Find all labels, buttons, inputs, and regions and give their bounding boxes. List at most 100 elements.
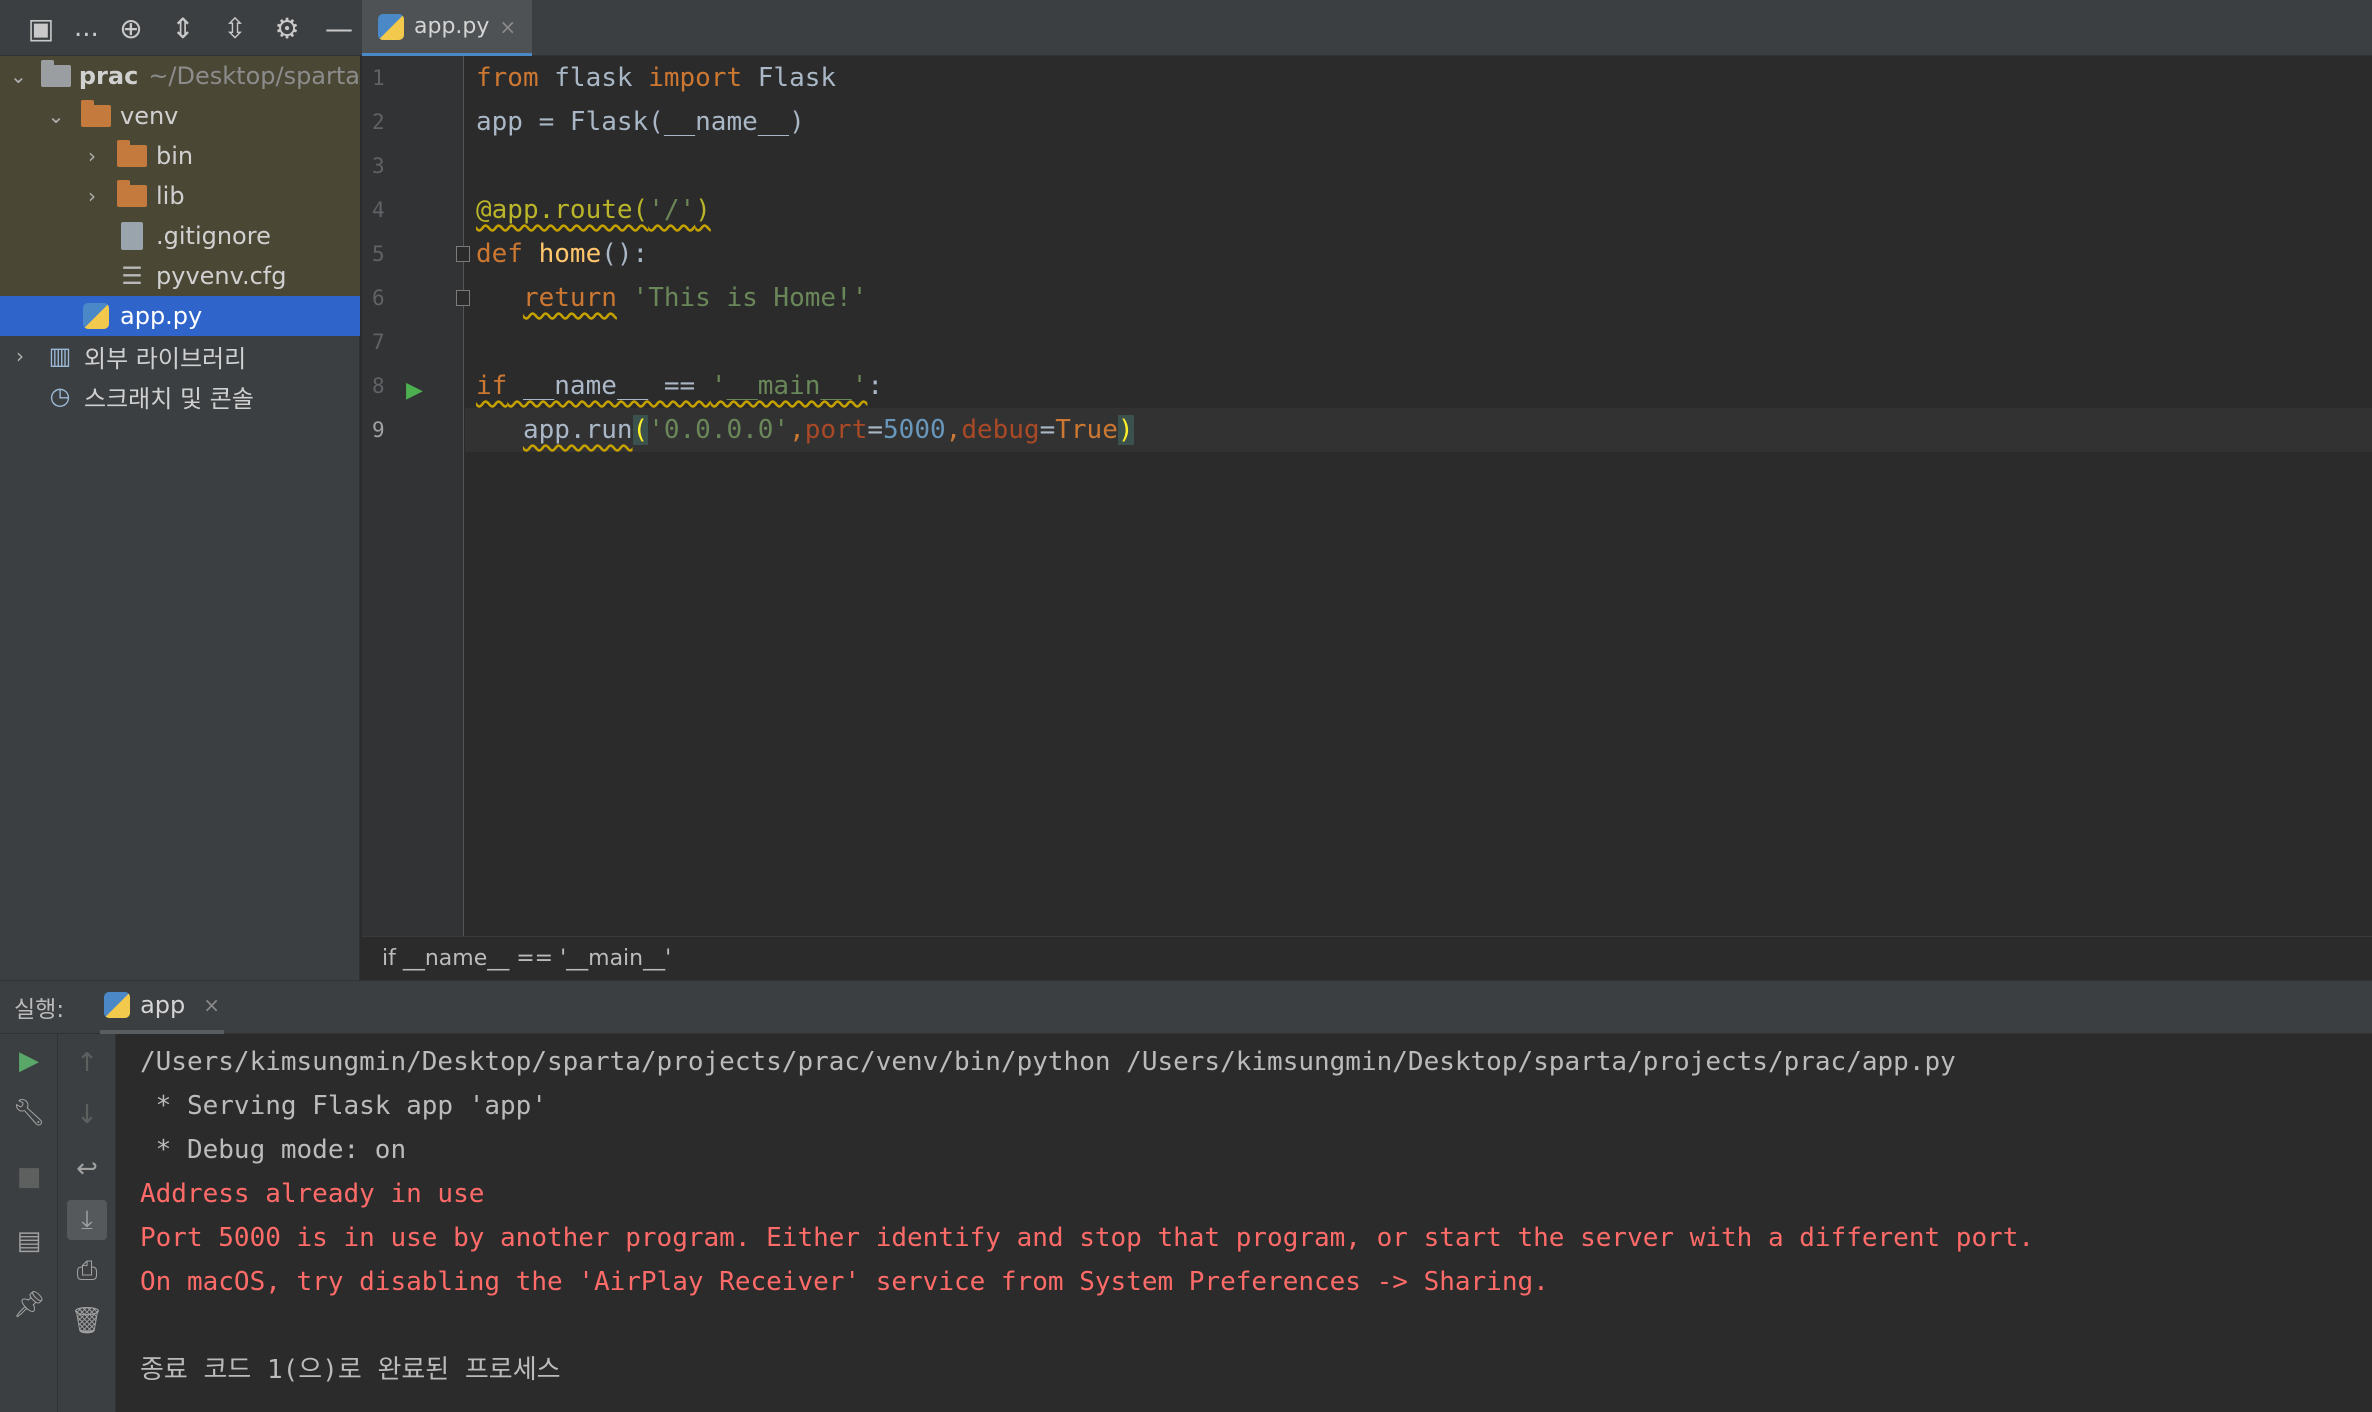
- tree-item-label: lib: [156, 182, 185, 210]
- param-name: port: [804, 415, 868, 445]
- console-error-line: Port 5000 is in use by another program. …: [140, 1223, 2035, 1253]
- hide-icon[interactable]: —: [320, 9, 358, 47]
- soft-wrap-icon[interactable]: ↩: [72, 1154, 102, 1184]
- line-number: 6: [372, 286, 385, 310]
- line-gutter: 1 2 3 4 5 6 7 8 9 ▶: [362, 56, 470, 936]
- chevron-right-icon[interactable]: ›: [80, 144, 104, 168]
- code-line-8: if __name__ == '__main__':: [476, 364, 883, 408]
- locate-icon[interactable]: ⊕: [112, 9, 150, 47]
- string: '0.0.0.0': [648, 415, 790, 445]
- fold-icon[interactable]: [456, 246, 470, 262]
- tab-label: app.py: [414, 14, 490, 39]
- folder-icon: [40, 60, 71, 90]
- gear-icon[interactable]: ⚙: [268, 9, 306, 47]
- editor-tabbar: app.py ×: [362, 0, 533, 56]
- call-name: app.run: [522, 415, 633, 445]
- code-line-1: from flask import Flask: [476, 56, 836, 100]
- code-line-5: def home():: [476, 232, 648, 276]
- scroll-to-end-icon[interactable]: ⤓: [67, 1200, 107, 1240]
- library-icon: ▥: [48, 342, 72, 370]
- tree-item-path: ~/Desktop/sparta: [148, 62, 360, 90]
- tree-item-gitignore[interactable]: .gitignore: [0, 216, 360, 256]
- arrow-up-icon[interactable]: ↑: [72, 1048, 102, 1078]
- tree-item-label: pyvenv.cfg: [156, 262, 287, 290]
- trash-icon[interactable]: 🗑︎: [71, 1306, 104, 1336]
- line-number: 1: [372, 66, 385, 90]
- tree-item-label: 외부 라이브러리: [84, 344, 247, 373]
- keyword: if: [476, 371, 508, 401]
- string: '/': [648, 195, 696, 225]
- tree-item-label: app.py: [120, 302, 203, 330]
- project-view-menu[interactable]: ...: [74, 13, 99, 43]
- console-line: * Serving Flask app 'app': [140, 1091, 547, 1121]
- tree-item-scratches[interactable]: ◷ 스크래치 및 콘솔: [0, 376, 360, 416]
- tree-item-label: bin: [156, 142, 194, 170]
- tree-item-label: prac: [78, 62, 139, 90]
- console-output[interactable]: /Users/kimsungmin/Desktop/sparta/project…: [116, 1034, 2372, 1412]
- python-file-icon: [378, 13, 404, 40]
- tree-item-lib[interactable]: › lib: [0, 176, 360, 216]
- class-name: Flask: [742, 63, 837, 93]
- string: 'This is Home!': [632, 283, 868, 313]
- wrench-icon[interactable]: 🔧︎: [13, 1098, 46, 1128]
- run-tab-label: app: [140, 991, 186, 1019]
- console-line: * Debug mode: on: [140, 1135, 407, 1165]
- code-line-6: return 'This is Home!': [476, 276, 867, 320]
- tree-item-label: 스크래치 및 콘솔: [84, 384, 254, 413]
- chevron-right-icon[interactable]: ›: [80, 184, 104, 208]
- tree-item-pyvenv[interactable]: ☰ pyvenv.cfg: [0, 256, 360, 296]
- tree-item-bin[interactable]: › bin: [0, 136, 360, 176]
- keyword: return: [522, 283, 617, 313]
- paren: ): [1117, 415, 1134, 445]
- line-number: 8: [372, 374, 385, 398]
- tree-item-prac[interactable]: ⌄ prac ~/Desktop/sparta: [0, 56, 360, 96]
- stop-icon[interactable]: ■: [14, 1162, 44, 1192]
- keyword: True: [1055, 415, 1118, 445]
- breadcrumb-label: if __name__ == '__main__': [382, 946, 672, 971]
- paren: ): [695, 195, 711, 225]
- run-tab-app[interactable]: app ×: [100, 980, 225, 1034]
- decorator: @app.route('/'): [476, 195, 711, 225]
- code-line-9: app.run('0.0.0.0',port=5000,debug=True): [465, 408, 2372, 452]
- code-line-2: app = Flask(__name__): [476, 107, 805, 137]
- project-tree: ⌄ prac ~/Desktop/sparta ⌄ venv › bin › l…: [0, 56, 360, 980]
- code-editor[interactable]: 1 2 3 4 5 6 7 8 9 ▶ from flask import Fl…: [362, 56, 2372, 936]
- keyword: def: [476, 239, 523, 269]
- chevron-down-icon[interactable]: ⌄: [44, 104, 68, 128]
- rerun-icon[interactable]: ▶: [14, 1046, 44, 1076]
- project-toolbar: ▣ ... ⊕ ⇕ ⇳ ⚙ —: [0, 0, 360, 56]
- code-line-4: @app.route('/'): [476, 188, 711, 232]
- tree-item-venv[interactable]: ⌄ venv: [0, 96, 360, 136]
- expression: __name__ ==: [507, 371, 711, 401]
- run-panel-header: 실행: app ×: [0, 980, 2372, 1034]
- tree-item-label: venv: [120, 102, 179, 130]
- tab-app-py[interactable]: app.py ×: [362, 0, 533, 56]
- tree-item-external-libraries[interactable]: › ▥ 외부 라이브러리: [0, 336, 360, 376]
- chevron-down-icon[interactable]: ⌄: [8, 64, 29, 88]
- string: '__main__': [710, 371, 868, 401]
- scratch-icon: ◷: [49, 382, 71, 410]
- top-toolbar: ▣ ... ⊕ ⇕ ⇳ ⚙ — app.py ×: [0, 0, 2372, 56]
- line-number: 5: [372, 242, 385, 266]
- punctuation: ,: [945, 415, 962, 445]
- layout-icon[interactable]: ▤: [14, 1226, 44, 1256]
- pin-icon[interactable]: 📌︎: [13, 1290, 46, 1320]
- line-number: 3: [372, 154, 385, 178]
- breadcrumb[interactable]: if __name__ == '__main__': [362, 936, 2372, 980]
- arrow-down-icon[interactable]: ↓: [72, 1100, 102, 1130]
- chevron-right-icon[interactable]: ›: [8, 344, 32, 368]
- collapse-all-icon[interactable]: ⇳: [216, 9, 254, 47]
- punctuation: ():: [601, 239, 649, 269]
- run-gutter-icon[interactable]: ▶: [406, 378, 430, 403]
- print-icon[interactable]: ⎙: [72, 1256, 102, 1286]
- close-icon[interactable]: ×: [499, 15, 516, 39]
- keyword: from: [476, 63, 539, 93]
- console-line: /Users/kimsungmin/Desktop/sparta/project…: [140, 1047, 1956, 1077]
- close-icon[interactable]: ×: [203, 993, 220, 1017]
- fold-end-icon[interactable]: [456, 290, 470, 306]
- expand-all-icon[interactable]: ⇕: [164, 9, 202, 47]
- project-view-icon[interactable]: ▣: [22, 9, 60, 47]
- tree-item-app-py[interactable]: app.py: [0, 296, 360, 336]
